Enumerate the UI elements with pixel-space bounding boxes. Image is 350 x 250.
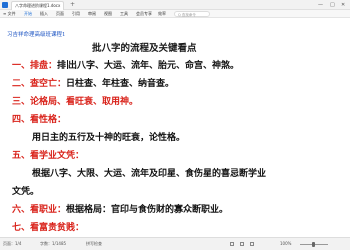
maximize-button[interactable]: □ [330,1,335,9]
menu-efficiency[interactable]: 效率 [158,10,166,18]
paragraph-9[interactable]: 六、看职业：根据格局：官印与食伤财的寡众断职业。 [12,202,228,215]
paragraph-1[interactable]: 一、排盘：排 出八字、大运、流年、胎元、命宫、神煞。 [12,58,239,71]
web-view-icon[interactable] [250,242,254,246]
menu-bar: ≡ 文件 开始 插入 页面 引用 审阅 视图 工具 会员专享 效率 Q 查找命令 [0,10,350,18]
paragraph-4[interactable]: 四、看性格： [12,112,66,125]
document-title: 批八字的流程及关键看点 [92,43,197,54]
heading-xueye: 五、看学业文凭： [12,151,85,161]
new-tab-button[interactable]: + [70,1,75,9]
title-bar: 八字命理进阶课程1.docx + — □ ✕ [0,0,350,10]
document-tab[interactable]: 八字命理进阶课程1.docx [11,1,65,10]
paragraph-5[interactable]: 用日主的五行及十神的旺衰，论性格。 [32,130,185,143]
zoom-slider-handle[interactable] [312,242,315,247]
read-mode-icon[interactable] [230,242,234,246]
menu-tools[interactable]: 工具 [120,10,128,18]
paragraph-8[interactable]: 文凭。 [12,184,39,197]
zoom-level[interactable]: 100% [280,238,291,250]
paragraph-7[interactable]: 根据八字、大限、大运、流年及印星、食伤星的喜忌断学业 [32,166,266,179]
page-indicator[interactable]: 页面：1/4 [3,238,21,250]
paragraph-6[interactable]: 五、看学业文凭： [12,148,84,161]
menu-home[interactable]: 开始 [24,10,32,18]
menu-layout[interactable]: 页面 [56,10,64,18]
heading-kongwang: 二、查空亡： [12,79,67,89]
heading-zhiye: 六、看职业： [12,205,67,215]
wps-writer-window: 八字命理进阶课程1.docx + — □ ✕ ≡ 文件 开始 插入 页面 引用 … [0,0,350,250]
document-tab-label: 八字命理进阶课程1.docx [15,3,61,8]
command-search-input[interactable]: Q 查找命令 [174,11,210,17]
menu-insert[interactable]: 插入 [40,10,48,18]
heading-geju: 三、论格局、看旺衰、取用神。 [12,97,139,107]
paragraph-3[interactable]: 三、论格局、看旺衰、取用神。 [12,94,138,107]
menu-view[interactable]: 视图 [104,10,112,18]
paragraph-2[interactable]: 二、查空亡：日柱查、年柱查、纳音查。 [12,76,174,89]
close-button[interactable]: ✕ [341,1,345,9]
spell-check-status[interactable]: 拼写检查 [86,238,102,250]
page-view-icon[interactable] [240,242,244,246]
menu-references[interactable]: 引用 [72,10,80,18]
wps-logo-icon[interactable] [2,2,8,8]
document-header: 习吉祥命理高级班课程1 [7,32,66,38]
word-count[interactable]: 字数：1/1485 [40,238,66,250]
heading-paipan: 一、排盘： [12,61,58,71]
menu-member[interactable]: 会员专享 [136,10,152,18]
menu-file[interactable]: ≡ 文件 [3,10,16,18]
menu-review[interactable]: 审阅 [88,10,96,18]
paragraph-10[interactable]: 七、看富贵贫贱： [12,220,84,233]
status-bar: 页面：1/4 字数：1/1485 拼写检查 100% [0,237,350,250]
minimize-button[interactable]: — [318,1,323,9]
heading-xingge: 四、看性格： [12,115,67,125]
heading-fugui: 七、看富贵贫贱： [12,223,85,233]
